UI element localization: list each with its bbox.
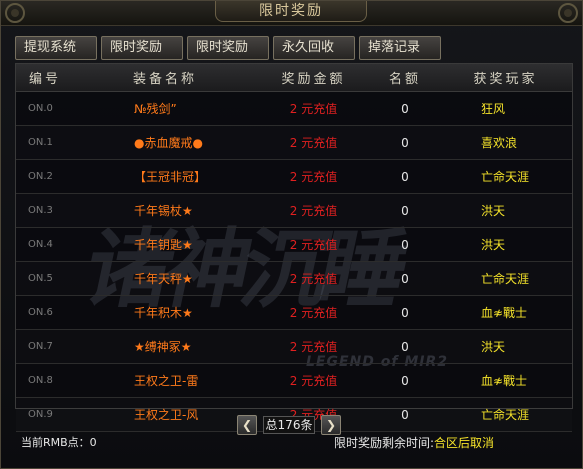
table-row: ON.4 千年钥匙★ 2 元充值 0 洪天 <box>16 227 572 262</box>
row-number: ON.9 <box>16 397 74 432</box>
rmb-points: 当前RMB点：0 <box>21 436 97 449</box>
total-count: 总176条 <box>263 416 315 434</box>
reward-window: 限时奖励 提现系统 限时奖励 限时奖励 永久回收 掉落记录 诸神沉睡 LEGEN… <box>0 0 583 469</box>
item-name: 王权之卫-雷 <box>74 363 256 398</box>
winner-name: 洪天 <box>439 227 572 262</box>
winner-name: 亡命天涯 <box>439 261 572 296</box>
quota-count: 0 <box>371 397 439 432</box>
table-header-row: 编号 装备名称 奖励金额 名额 获奖玩家 <box>16 64 572 92</box>
row-number: ON.5 <box>16 261 74 296</box>
table-row: ON.0 №残剑” 2 元充值 0 狂风 <box>16 91 572 126</box>
table-row: ON.1 ●赤血魔戒● 2 元充值 0 喜欢浪 <box>16 125 572 160</box>
winner-name: 亡命天涯 <box>439 397 572 432</box>
tab-bar: 提现系统 限时奖励 限时奖励 永久回收 掉落记录 <box>15 36 441 60</box>
winner-name: 洪天 <box>439 193 572 228</box>
tab-drop-record[interactable]: 掉落记录 <box>359 36 441 60</box>
remaining-time-value: 合区后取消 <box>434 436 495 450</box>
header-item-name: 装备名称 <box>74 64 256 92</box>
tab-permanent-recycle[interactable]: 永久回收 <box>273 36 355 60</box>
reward-amount: 2 元充值 <box>256 227 371 262</box>
row-number: ON.0 <box>16 91 74 126</box>
winner-name: 亡命天涯 <box>439 159 572 194</box>
title-bar: 限时奖励 <box>1 1 582 26</box>
remaining-time: 限时奖励剩余时间:合区后取消 <box>334 434 494 451</box>
tab-limited-reward-2[interactable]: 限时奖励 <box>187 36 269 60</box>
table-row: ON.8 王权之卫-雷 2 元充值 0 血≉戰士 <box>16 363 572 398</box>
table-row: ON.3 千年锡杖★ 2 元充值 0 洪天 <box>16 193 572 228</box>
item-name: №残剑” <box>74 91 256 126</box>
quota-count: 0 <box>371 295 439 330</box>
item-name: 千年天秤★ <box>74 261 256 296</box>
reward-amount: 2 元充值 <box>256 295 371 330</box>
row-number: ON.1 <box>16 125 74 160</box>
row-number: ON.6 <box>16 295 74 330</box>
table-row: ON.2 【王冠非冠】 2 元充值 0 亡命天涯 <box>16 159 572 194</box>
remaining-time-label: 限时奖励剩余时间: <box>334 436 435 450</box>
item-name: 王权之卫-风 <box>74 397 256 432</box>
reward-amount: 2 元充值 <box>256 261 371 296</box>
table-row: ON.7 ★缚神冢★ 2 元充值 0 洪天 <box>16 329 572 364</box>
window-title: 限时奖励 <box>215 1 367 22</box>
reward-amount: 2 元充值 <box>256 329 371 364</box>
row-number: ON.2 <box>16 159 74 194</box>
chevron-right-icon[interactable]: ❯ <box>321 415 341 435</box>
item-name: 千年锡杖★ <box>74 193 256 228</box>
quota-count: 0 <box>371 363 439 398</box>
quota-count: 0 <box>371 193 439 228</box>
reward-table: 编号 装备名称 奖励金额 名额 获奖玩家 ON.0 №残剑” 2 元充值 0 狂风 ON.… <box>16 64 572 432</box>
quota-count: 0 <box>371 125 439 160</box>
header-winner: 获奖玩家 <box>439 64 572 92</box>
table-row: ON.5 千年天秤★ 2 元充值 0 亡命天涯 <box>16 261 572 296</box>
reward-table-frame: 诸神沉睡 LEGEND of MIR2 编号 装备名称 奖励金额 名额 获奖玩家… <box>15 63 573 432</box>
row-number: ON.7 <box>16 329 74 364</box>
winner-name: 血≉戰士 <box>439 363 572 398</box>
header-reward-amount: 奖励金额 <box>256 64 371 92</box>
ornament-icon <box>5 3 25 23</box>
quota-count: 0 <box>371 227 439 262</box>
winner-name: 血≉戰士 <box>439 295 572 330</box>
item-name: 千年积木★ <box>74 295 256 330</box>
quota-count: 0 <box>371 261 439 296</box>
quota-count: 0 <box>371 329 439 364</box>
row-number: ON.3 <box>16 193 74 228</box>
header-number: 编号 <box>16 64 74 92</box>
quota-count: 0 <box>371 159 439 194</box>
reward-amount: 2 元充值 <box>256 91 371 126</box>
reward-amount: 2 元充值 <box>256 193 371 228</box>
pagination: ❮ 总176条 ❯ <box>237 415 341 435</box>
row-number: ON.8 <box>16 363 74 398</box>
item-name: 千年钥匙★ <box>74 227 256 262</box>
reward-amount: 2 元充值 <box>256 363 371 398</box>
row-number: ON.4 <box>16 227 74 262</box>
tab-withdraw-system[interactable]: 提现系统 <box>15 36 97 60</box>
quota-count: 0 <box>371 91 439 126</box>
item-name: ★缚神冢★ <box>74 329 256 364</box>
winner-name: 洪天 <box>439 329 572 364</box>
reward-amount: 2 元充值 <box>256 125 371 160</box>
winner-name: 喜欢浪 <box>439 125 572 160</box>
tab-limited-reward[interactable]: 限时奖励 <box>101 36 183 60</box>
reward-amount: 2 元充值 <box>256 159 371 194</box>
header-quota: 名额 <box>371 64 439 92</box>
item-name: 【王冠非冠】 <box>74 159 256 194</box>
chevron-left-icon[interactable]: ❮ <box>237 415 257 435</box>
item-name: ●赤血魔戒● <box>74 125 256 160</box>
table-row: ON.6 千年积木★ 2 元充值 0 血≉戰士 <box>16 295 572 330</box>
ornament-icon <box>558 3 578 23</box>
winner-name: 狂风 <box>439 91 572 126</box>
